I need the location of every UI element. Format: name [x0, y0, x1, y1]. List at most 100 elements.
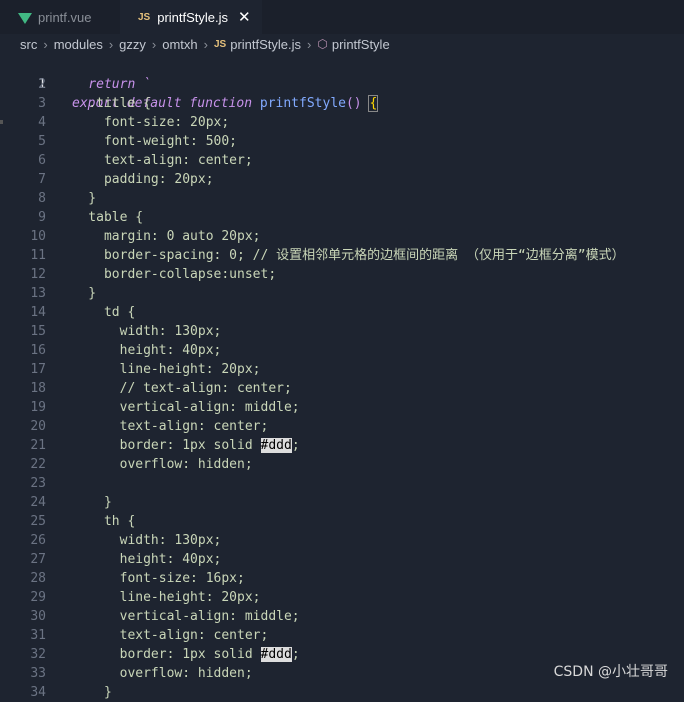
code-editor[interactable]: 1 export default function printfStyle() … — [0, 56, 684, 700]
code-text: font-size: 16px; — [57, 571, 245, 586]
color-swatch: #ddd — [260, 647, 292, 662]
code-text: table { — [57, 210, 144, 225]
line-number: 5 — [38, 134, 46, 149]
breadcrumb-item[interactable]: omtxh — [162, 37, 197, 52]
code-line: 3 .title { — [0, 94, 684, 113]
line-number: 21 — [30, 438, 46, 453]
code-text: vertical-align: middle; — [57, 609, 300, 624]
chevron-right-icon: › — [203, 36, 208, 52]
code-line: 4 font-size: 20px; — [0, 113, 684, 132]
code-line: 28 font-size: 16px; — [0, 569, 684, 588]
code-text: font-weight: 500; — [57, 134, 238, 149]
code-line: 29 line-height: 20px; — [0, 588, 684, 607]
vue-file-icon — [18, 12, 32, 24]
code-text: border-collapse:unset; — [57, 267, 277, 282]
line-number: 3 — [38, 96, 46, 111]
line-number: 24 — [30, 495, 46, 510]
code-text: } — [57, 685, 112, 700]
line-number: 20 — [30, 419, 46, 434]
line-number: 17 — [30, 362, 46, 377]
code-line: 30 vertical-align: middle; — [0, 607, 684, 626]
line-number: 16 — [30, 343, 46, 358]
line-number: 4 — [38, 115, 46, 130]
line-number: 9 — [38, 210, 46, 225]
code-text: .title { — [57, 96, 151, 111]
code-line: 19 vertical-align: middle; — [0, 398, 684, 417]
code-segment: border: 1px solid — [57, 438, 261, 453]
code-line: 8 } — [0, 189, 684, 208]
code-text: border: 1px solid #ddd; — [57, 645, 300, 664]
line-number: 18 — [30, 381, 46, 396]
line-number: 6 — [38, 153, 46, 168]
code-segment: ; — [291, 438, 300, 453]
line-number: 31 — [30, 628, 46, 643]
code-text: overflow: hidden; — [57, 457, 253, 472]
tab-label: printf.vue — [38, 9, 92, 25]
code-line: 23 — [0, 474, 684, 493]
code-text: text-align: center; — [57, 628, 269, 643]
code-line: 18 // text-align: center; — [0, 379, 684, 398]
code-text: border: 1px solid #ddd; — [57, 436, 300, 455]
code-text: // text-align: center; — [57, 381, 292, 396]
code-segment: ; — [291, 647, 300, 662]
code-line: 25 th { — [0, 512, 684, 531]
breadcrumb-item[interactable]: gzzy — [119, 37, 146, 52]
code-text: text-align: center; — [57, 419, 269, 434]
line-number: 10 — [30, 229, 46, 244]
breadcrumb: src › modules › gzzy › omtxh › JS printf… — [0, 34, 684, 54]
close-icon[interactable]: ✕ — [238, 8, 251, 26]
chevron-right-icon: › — [307, 36, 312, 52]
code-segment: border: 1px solid — [57, 647, 261, 662]
code-line: 2 return ` — [0, 75, 684, 94]
breadcrumb-item[interactable]: printfStyle.js — [230, 37, 301, 52]
code-text: border-spacing: 0; // 设置相邻单元格的边框间的距离 （仅用… — [57, 248, 625, 263]
code-text: height: 40px; — [57, 552, 222, 567]
breadcrumb-item[interactable]: modules — [54, 37, 103, 52]
line-number: 27 — [30, 552, 46, 567]
line-number: 29 — [30, 590, 46, 605]
code-text: } — [57, 191, 97, 206]
line-number: 2 — [38, 77, 46, 92]
breadcrumb-item[interactable]: src — [20, 37, 37, 52]
line-number: 15 — [30, 324, 46, 339]
code-text: vertical-align: middle; — [57, 400, 300, 415]
code-line: 34 } — [0, 683, 684, 702]
code-line: 14 td { — [0, 303, 684, 322]
code-text: } — [57, 495, 112, 510]
code-text: return ` — [57, 77, 151, 92]
line-number: 12 — [30, 267, 46, 282]
code-line: 13 } — [0, 284, 684, 303]
code-line: 11 border-spacing: 0; // 设置相邻单元格的边框间的距离 … — [0, 246, 684, 265]
code-text: } — [57, 286, 97, 301]
tab-printfstyle-js[interactable]: JS printfStyle.js ✕ — [120, 0, 262, 34]
code-text: font-size: 20px; — [57, 115, 230, 130]
line-number: 7 — [38, 172, 46, 187]
code-text: overflow: hidden; — [57, 666, 253, 681]
line-number: 14 — [30, 305, 46, 320]
line-number: 34 — [30, 685, 46, 700]
code-text: text-align: center; — [57, 153, 253, 168]
code-line: 16 height: 40px; — [0, 341, 684, 360]
line-number: 11 — [30, 248, 46, 263]
code-line: 5 font-weight: 500; — [0, 132, 684, 151]
code-text: td { — [57, 305, 136, 320]
code-line: 27 height: 40px; — [0, 550, 684, 569]
js-file-icon: JS — [214, 38, 227, 50]
line-number: 22 — [30, 457, 46, 472]
code-line: 31 text-align: center; — [0, 626, 684, 645]
code-line: 7 padding: 20px; — [0, 170, 684, 189]
line-number: 19 — [30, 400, 46, 415]
color-swatch: #ddd — [260, 438, 292, 453]
code-text: th { — [57, 514, 136, 529]
code-line: 1 export default function printfStyle() … — [0, 56, 684, 112]
chevron-right-icon: › — [108, 36, 114, 52]
line-number: 13 — [30, 286, 46, 301]
breadcrumb-item[interactable]: printfStyle — [332, 37, 390, 52]
code-text: line-height: 20px; — [57, 590, 261, 605]
code-text: width: 130px; — [57, 533, 222, 548]
code-line: 10 margin: 0 auto 20px; — [0, 227, 684, 246]
code-text: line-height: 20px; — [57, 362, 261, 377]
tab-printf-vue[interactable]: printf.vue — [0, 0, 112, 34]
line-number: 33 — [30, 666, 46, 681]
line-number: 26 — [30, 533, 46, 548]
